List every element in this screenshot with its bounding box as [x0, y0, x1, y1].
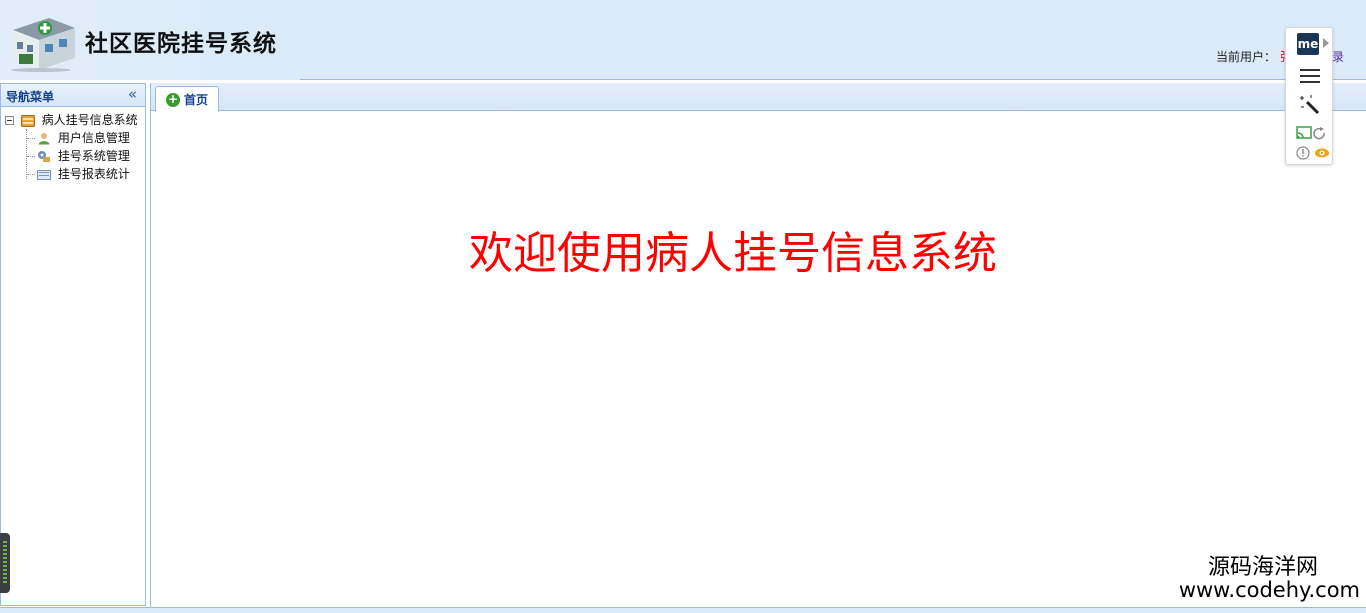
nav-tree: 病人挂号信息系统 用户信息管理 挂号系统管理 挂号报表统计: [1, 107, 145, 183]
user-icon: [38, 133, 50, 145]
tree-connector: [27, 174, 35, 175]
tab-home[interactable]: + 首页: [155, 86, 220, 112]
footer: [0, 607, 1366, 613]
logo-area: 社区医院挂号系统: [0, 0, 300, 80]
folder-icon: [20, 115, 35, 127]
extension-logo[interactable]: me: [1297, 33, 1319, 55]
tree-node-registration-management[interactable]: 挂号系统管理: [1, 147, 145, 165]
tree-connector: [27, 138, 35, 139]
tree-connector: [27, 156, 35, 157]
tree-node-registration-report[interactable]: 挂号报表统计: [1, 165, 145, 183]
tree-node-label: 挂号报表统计: [57, 167, 130, 181]
welcome-message: 欢迎使用病人挂号信息系统: [469, 228, 997, 279]
tab-bar: + 首页: [151, 83, 1366, 112]
hospital-building-icon: [11, 18, 75, 72]
extension-toolbar: me: [1285, 27, 1333, 165]
double-chevron-left-icon[interactable]: «: [128, 85, 137, 103]
current-user-label: 当前用户：: [1215, 50, 1276, 64]
content-area: 欢迎使用病人挂号信息系统: [151, 112, 1366, 606]
watermark: 源码海洋网 www.codehy.com: [1179, 556, 1360, 601]
header: 社区医院挂号系统 当前用户：张录: [0, 0, 1366, 80]
magic-wand-icon[interactable]: [1299, 94, 1321, 116]
sidebar: 导航菜单 « 病人挂号信息系统 用户信息管理 挂号系统管理 挂号报表统计: [0, 83, 146, 606]
status-icons[interactable]: [1296, 145, 1330, 161]
sidebar-header: 导航菜单 «: [1, 84, 145, 107]
tree-collapse-toggle[interactable]: [5, 116, 14, 125]
edge-handle[interactable]: [0, 533, 10, 593]
tree-node-label: 用户信息管理: [57, 131, 130, 145]
menu-icon[interactable]: [1300, 69, 1320, 83]
tree-node-label: 病人挂号信息系统: [41, 113, 138, 127]
logout-link[interactable]: 录: [1332, 50, 1344, 64]
sidebar-title: 导航菜单: [6, 90, 55, 104]
tab-label: 首页: [184, 92, 209, 107]
report-icon: [37, 170, 51, 180]
watermark-url: www.codehy.com: [1178, 578, 1360, 603]
app-title: 社区医院挂号系统: [85, 31, 277, 57]
watermark-cn: 源码海洋网: [1207, 555, 1318, 580]
plus-circle-icon: +: [166, 91, 180, 107]
expand-arrow-icon[interactable]: [1323, 38, 1329, 48]
tree-node-label: 挂号系统管理: [57, 149, 130, 163]
tree-node-root[interactable]: 病人挂号信息系统: [1, 111, 145, 129]
main-panel: + 首页 欢迎使用病人挂号信息系统: [150, 83, 1366, 607]
page: 社区医院挂号系统 当前用户：张录 导航菜单 « 病人挂号信息系统: [0, 0, 1366, 613]
tree-node-user-management[interactable]: 用户信息管理: [1, 129, 145, 147]
cast-icon[interactable]: [1296, 126, 1326, 140]
gear-icon: [38, 151, 50, 162]
